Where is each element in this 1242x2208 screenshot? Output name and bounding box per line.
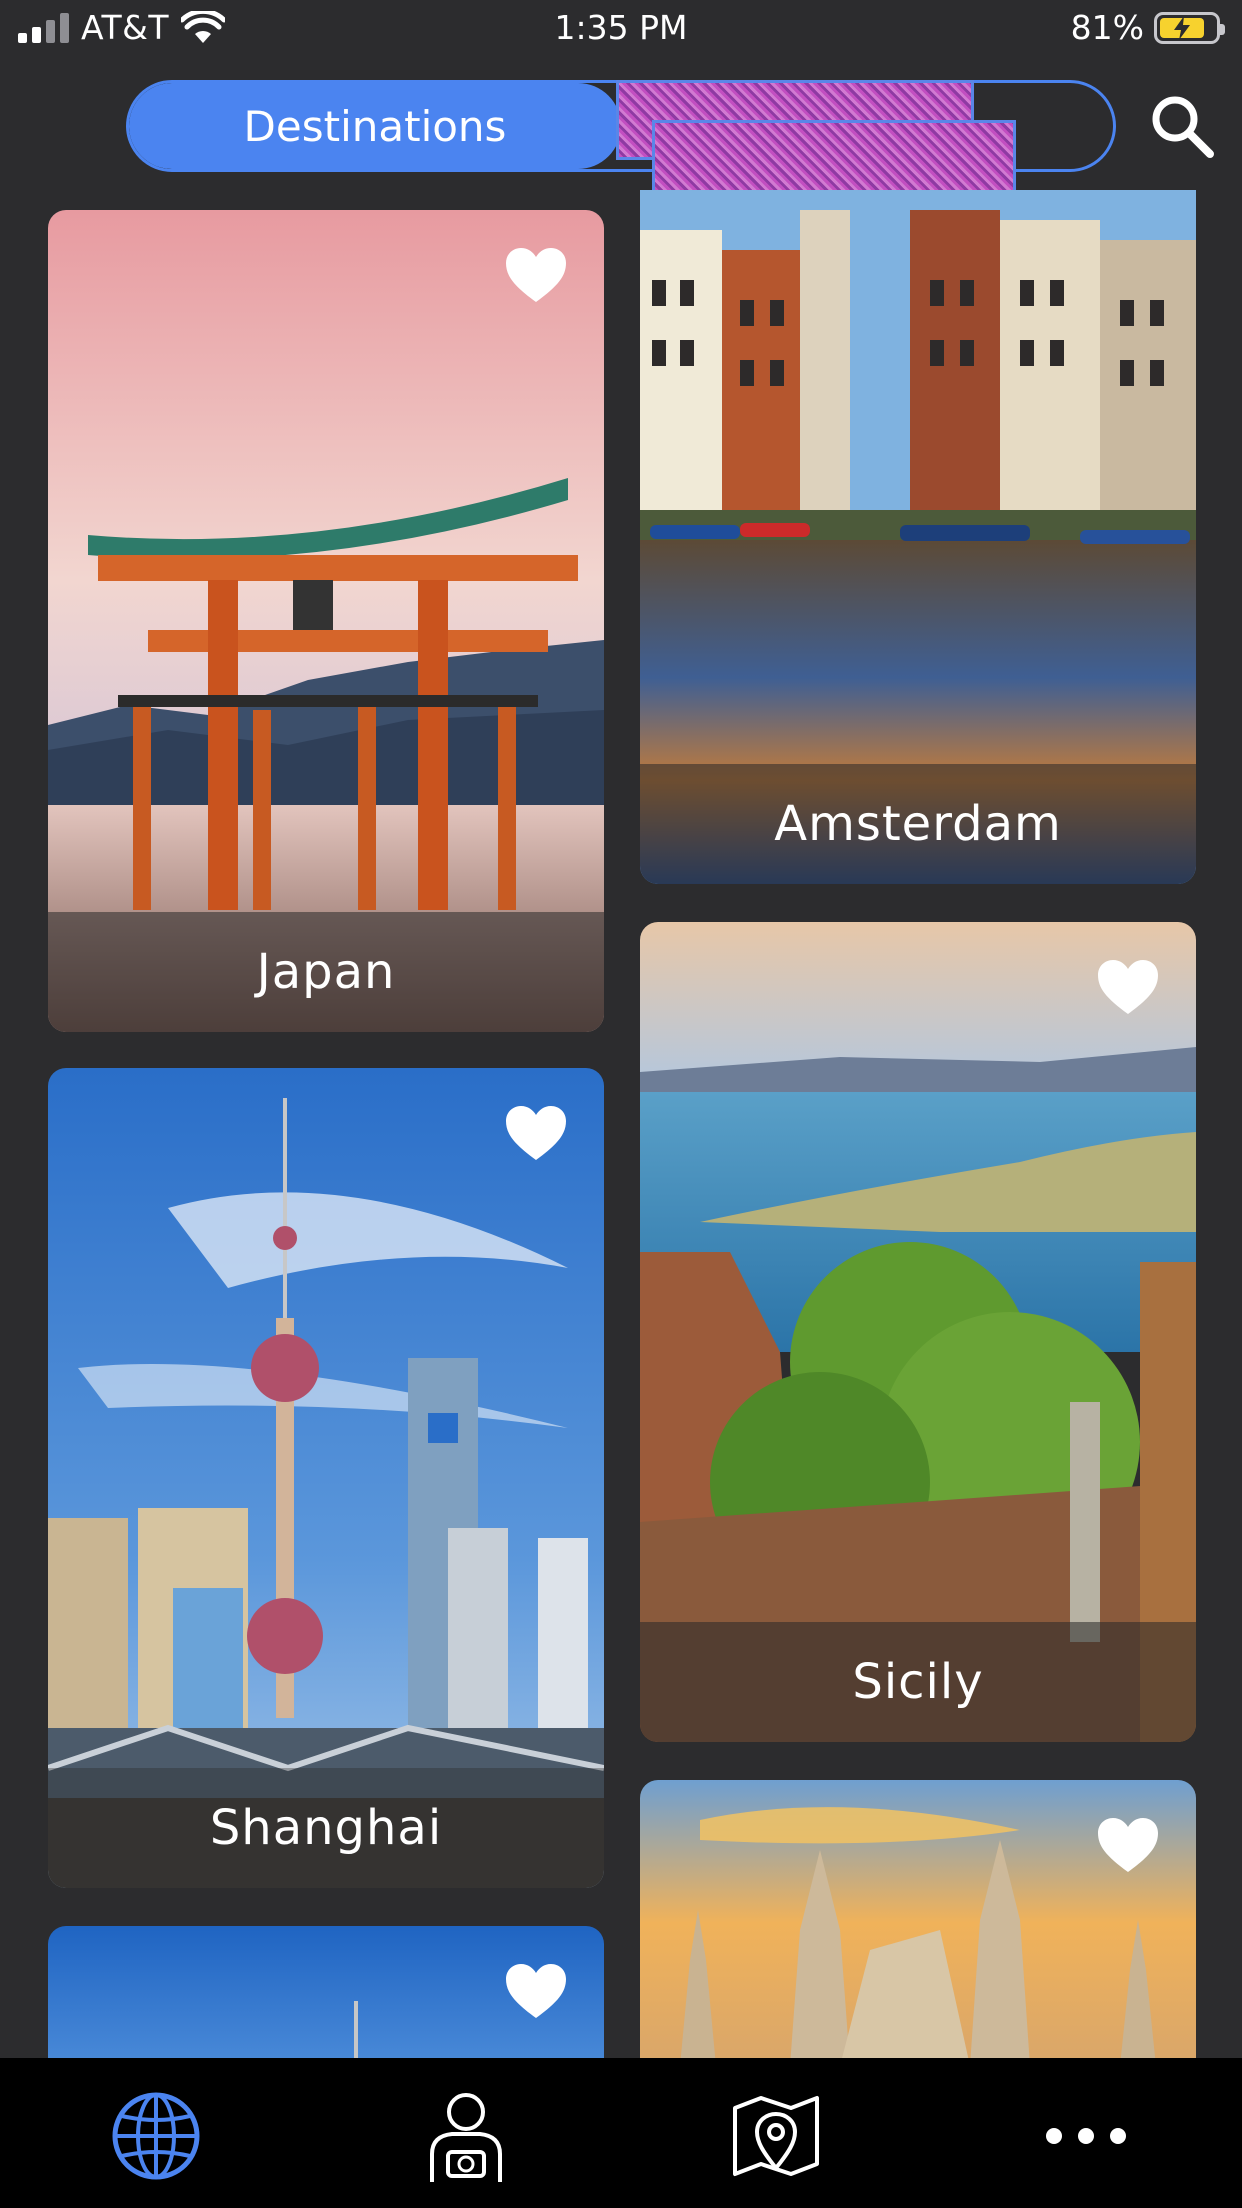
favorite-heart-icon[interactable]	[504, 246, 568, 304]
destination-card-shanghai[interactable]: Shanghai	[48, 1068, 604, 1888]
tab-photographer[interactable]	[416, 2086, 516, 2186]
more-icon	[1046, 2128, 1126, 2144]
favorite-heart-icon[interactable]	[504, 1962, 568, 2020]
favorite-heart-icon[interactable]	[1096, 958, 1160, 1016]
battery-icon	[1154, 11, 1225, 44]
destination-card-japan[interactable]: Japan	[48, 210, 604, 1032]
status-bar: AT&T 1:35 PM 81%	[0, 0, 1242, 62]
destination-card-partial-right[interactable]	[640, 1780, 1196, 2066]
tab-map[interactable]	[726, 2086, 826, 2186]
tab-destinations-globe[interactable]	[106, 2086, 206, 2186]
card-title: Japan	[48, 912, 604, 1032]
search-icon[interactable]	[1148, 92, 1218, 162]
card-title: Shanghai	[48, 1768, 604, 1888]
battery-percent: 81%	[1070, 8, 1144, 47]
card-title: Amsterdam	[640, 764, 1196, 884]
globe-icon	[112, 2092, 200, 2180]
destination-card-sicily[interactable]: Sicily	[640, 922, 1196, 1742]
photographer-icon	[430, 2093, 502, 2182]
destination-card-amsterdam[interactable]: Amsterdam	[640, 190, 1196, 884]
status-time: 1:35 PM	[554, 8, 688, 47]
destination-card-partial-left[interactable]	[48, 1926, 604, 2066]
favorite-heart-icon[interactable]	[504, 1104, 568, 1162]
tab-bar	[0, 2058, 1242, 2208]
favorite-heart-icon[interactable]	[1096, 1816, 1160, 1874]
card-title: Sicily	[640, 1622, 1196, 1742]
map-pin-icon	[733, 2096, 819, 2176]
japan-photo	[48, 210, 604, 1032]
tab-more[interactable]	[1036, 2086, 1136, 2186]
sicily-photo	[640, 922, 1196, 1742]
status-right: 81%	[1070, 8, 1225, 47]
shanghai-photo	[48, 1068, 604, 1888]
tab-destinations[interactable]: Destinations	[129, 83, 621, 169]
